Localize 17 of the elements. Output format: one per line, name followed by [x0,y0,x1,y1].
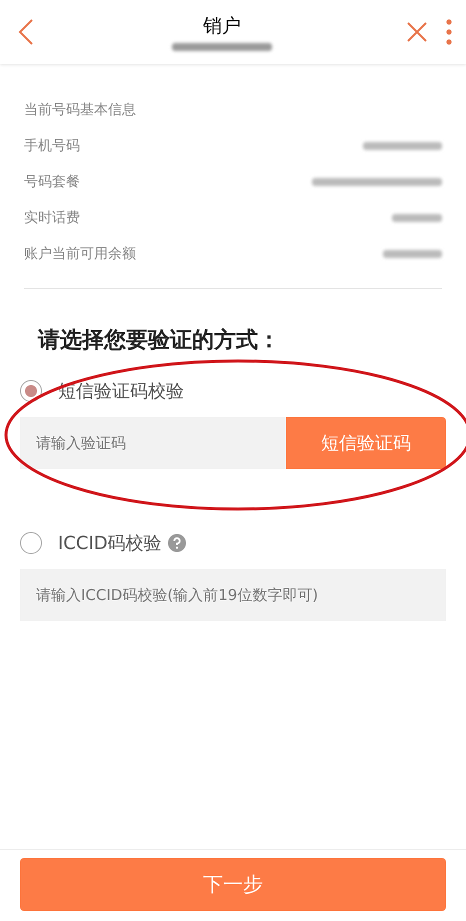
info-label: 手机号码 [24,137,80,155]
prompt-heading: 请选择您要验证的方式： [38,326,281,355]
input-field[interactable]: 请输入ICCID码校验(输入前19位数字即可) [20,569,446,621]
help-icon[interactable] [168,534,186,552]
radio-button[interactable] [20,380,42,402]
info-label: 号码套餐 [24,173,80,191]
close-icon[interactable] [406,21,428,43]
redacted-value [392,214,442,222]
radio-button[interactable] [20,532,42,554]
more-icon[interactable] [446,19,452,45]
input-field[interactable]: 请输入验证码 [20,417,286,469]
info-label: 实时话费 [24,209,80,227]
redacted-value [383,250,442,258]
info-label: 账户当前可用余额 [24,245,136,263]
section-title: 当前号码基本信息 [24,101,136,119]
option-label[interactable]: ICCID码校验 [58,531,162,555]
page-title: 销户 [203,14,241,39]
